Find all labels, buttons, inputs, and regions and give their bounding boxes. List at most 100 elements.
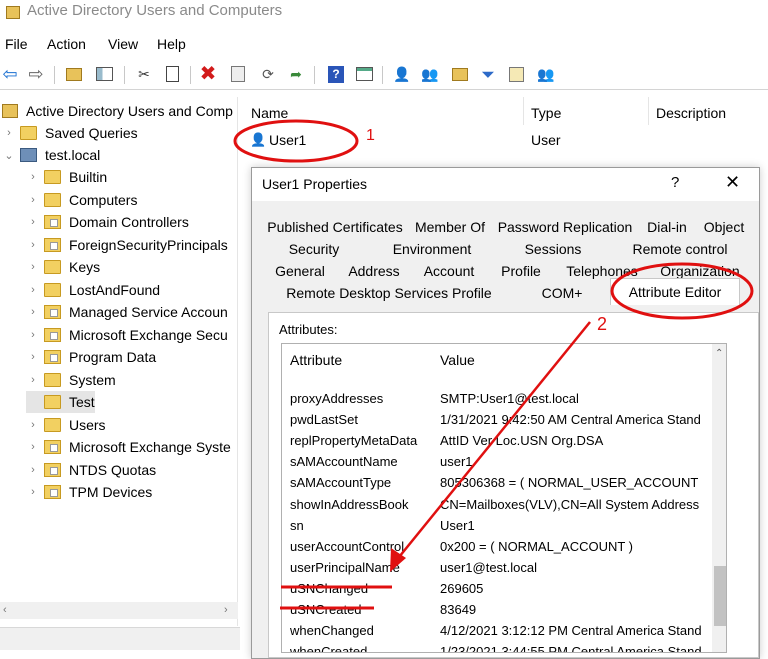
tab-sessions[interactable]: Sessions — [498, 238, 608, 260]
chevron-right-icon[interactable]: › — [26, 194, 40, 206]
tab-security[interactable]: Security — [264, 238, 364, 260]
up-folder-icon[interactable] — [64, 64, 84, 84]
tree-item-lostandfound[interactable]: › LostAndFound — [26, 279, 160, 301]
chevron-right-icon[interactable]: › — [26, 284, 40, 296]
chevron-right-icon[interactable]: › — [26, 171, 40, 183]
attribute-row[interactable]: userPrincipalName user1@test.local — [282, 557, 712, 578]
column-header-type[interactable]: Type — [531, 105, 561, 121]
tab-account[interactable]: Account — [412, 260, 486, 282]
tree-horizontal-scrollbar[interactable]: ‹ › — [0, 602, 238, 619]
refresh-icon[interactable]: ⟳ — [258, 64, 278, 84]
chevron-right-icon[interactable]: › — [26, 486, 40, 498]
scroll-right-icon[interactable]: › — [224, 604, 228, 616]
chevron-right-icon[interactable]: › — [26, 216, 40, 228]
chevron-right-icon[interactable]: › — [26, 419, 40, 431]
dialog-close-button[interactable]: ✕ — [725, 172, 740, 193]
help-icon[interactable]: ? — [326, 64, 346, 84]
menu-action[interactable]: Action — [47, 36, 86, 52]
attribute-row[interactable]: uSNChanged 269605 — [282, 578, 712, 599]
chevron-right-icon[interactable]: › — [26, 441, 40, 453]
attribute-row[interactable]: replPropertyMetaData AttID Ver Loc.USN Or… — [282, 430, 712, 451]
column-header-name[interactable]: Name — [251, 105, 288, 121]
attribute-row[interactable]: sAMAccountName user1 — [282, 451, 712, 472]
properties-icon[interactable] — [228, 64, 248, 84]
forward-icon[interactable]: ⇨ — [26, 64, 46, 84]
attribute-row[interactable]: sAMAccountType 805306368 = ( NORMAL_USER_… — [282, 472, 712, 493]
chevron-right-icon[interactable]: › — [26, 239, 40, 251]
chevron-right-icon[interactable]: › — [26, 464, 40, 476]
scrollbar-thumb[interactable] — [714, 566, 726, 626]
attribute-row[interactable]: whenCreated 1/23/2021 3:44:55 PM Central … — [282, 641, 712, 652]
add-to-group-icon[interactable]: 👥 — [536, 64, 556, 84]
delete-icon[interactable]: ✖ — [198, 64, 218, 84]
list-row-user1[interactable]: 👤 User1 — [250, 129, 520, 151]
column-divider[interactable] — [523, 97, 524, 125]
tree-item-test[interactable]: Test — [26, 391, 95, 413]
chevron-right-icon[interactable]: › — [2, 127, 16, 139]
tab-remote-desktop-services-profile[interactable]: Remote Desktop Services Profile — [264, 282, 514, 304]
menu-view[interactable]: View — [108, 36, 138, 52]
tree-item-builtin[interactable]: › Builtin — [26, 166, 107, 188]
tab-password-replication[interactable]: Password Replication — [494, 216, 636, 238]
tree-item-microsoft-exchange-secu[interactable]: › Microsoft Exchange Secu — [26, 324, 228, 346]
tab-general[interactable]: General — [264, 260, 336, 282]
chevron-right-icon[interactable]: › — [26, 261, 40, 273]
scroll-up-icon[interactable]: ⌃ — [715, 348, 723, 359]
attribute-row[interactable]: userAccountControl 0x200 = ( NORMAL_ACCOU… — [282, 536, 712, 557]
menu-file[interactable]: File — [5, 36, 28, 52]
tree-root[interactable]: Active Directory Users and Comp — [0, 100, 233, 122]
copy-icon[interactable] — [162, 64, 182, 84]
new-group-icon[interactable]: 👥 — [420, 64, 440, 84]
tab-address[interactable]: Address — [338, 260, 410, 282]
column-header-attribute[interactable]: Attribute — [290, 352, 342, 368]
tree-item-system[interactable]: › System — [26, 369, 116, 391]
cut-icon[interactable]: ✂ — [134, 64, 154, 84]
tree-item-keys[interactable]: › Keys — [26, 256, 100, 278]
console-icon[interactable] — [354, 64, 374, 84]
tree-item-domain-controllers[interactable]: › Domain Controllers — [26, 211, 189, 233]
column-divider[interactable] — [648, 97, 649, 125]
tab-member-of[interactable]: Member Of — [408, 216, 492, 238]
attribute-row[interactable]: whenChanged 4/12/2021 3:12:12 PM Central … — [282, 620, 712, 641]
dialog-help-button[interactable]: ? — [671, 174, 679, 191]
column-header-description[interactable]: Description — [656, 105, 726, 121]
chevron-right-icon[interactable]: › — [26, 374, 40, 386]
new-user-icon[interactable]: 👤 — [392, 64, 412, 84]
tree-item-domain[interactable]: ⌄ test.local — [0, 144, 100, 166]
tab-profile[interactable]: Profile — [488, 260, 554, 282]
tree-item-computers[interactable]: › Computers — [26, 189, 137, 211]
tree-item-microsoft-exchange-syste[interactable]: › Microsoft Exchange Syste — [26, 436, 231, 458]
attribute-row[interactable]: showInAddressBook CN=Mailboxes(VLV),CN=Al… — [282, 494, 712, 515]
tree-item-program-data[interactable]: › Program Data — [26, 346, 156, 368]
back-icon[interactable]: ⇦ — [0, 64, 20, 84]
attributes-vertical-scrollbar[interactable]: ⌃ — [712, 344, 726, 652]
attribute-row[interactable]: uSNCreated 83649 — [282, 599, 712, 620]
scroll-left-icon[interactable]: ‹ — [3, 604, 7, 616]
export-list-icon[interactable]: ➦ — [286, 64, 306, 84]
attribute-row[interactable]: sn User1 — [282, 515, 712, 536]
column-header-value[interactable]: Value — [440, 352, 475, 368]
attribute-row[interactable]: proxyAddresses SMTP:User1@test.local — [282, 388, 712, 409]
chevron-right-icon[interactable]: › — [26, 306, 40, 318]
tab-remote-control[interactable]: Remote control — [610, 238, 750, 260]
tree-item-tpm-devices[interactable]: › TPM Devices — [26, 481, 152, 503]
tab-published-certificates[interactable]: Published Certificates — [264, 216, 406, 238]
chevron-right-icon[interactable]: › — [26, 351, 40, 363]
tab-object[interactable]: Object — [698, 216, 750, 238]
tree-item-saved-queries[interactable]: › Saved Queries — [0, 122, 137, 144]
attribute-row[interactable]: pwdLastSet 1/31/2021 9:42:50 AM Central A… — [282, 409, 712, 430]
tree-item-ntds-quotas[interactable]: › NTDS Quotas — [26, 459, 156, 481]
find-icon[interactable] — [506, 64, 526, 84]
filter-icon[interactable]: ⏷ — [478, 64, 498, 84]
new-ou-icon[interactable] — [450, 64, 470, 84]
tree-item-users[interactable]: › Users — [26, 414, 105, 436]
tab-attribute-editor[interactable]: Attribute Editor — [610, 278, 740, 305]
show-console-tree-icon[interactable] — [94, 64, 114, 84]
tab-environment[interactable]: Environment — [368, 238, 496, 260]
chevron-down-icon[interactable]: ⌄ — [2, 149, 16, 162]
tab-com-plus[interactable]: COM+ — [516, 282, 608, 304]
menu-help[interactable]: Help — [157, 36, 186, 52]
tree-item-foreignsecurityprincipals[interactable]: › ForeignSecurityPrincipals — [26, 234, 228, 256]
chevron-right-icon[interactable]: › — [26, 329, 40, 341]
tree-item-managed-service-accoun[interactable]: › Managed Service Accoun — [26, 301, 228, 323]
